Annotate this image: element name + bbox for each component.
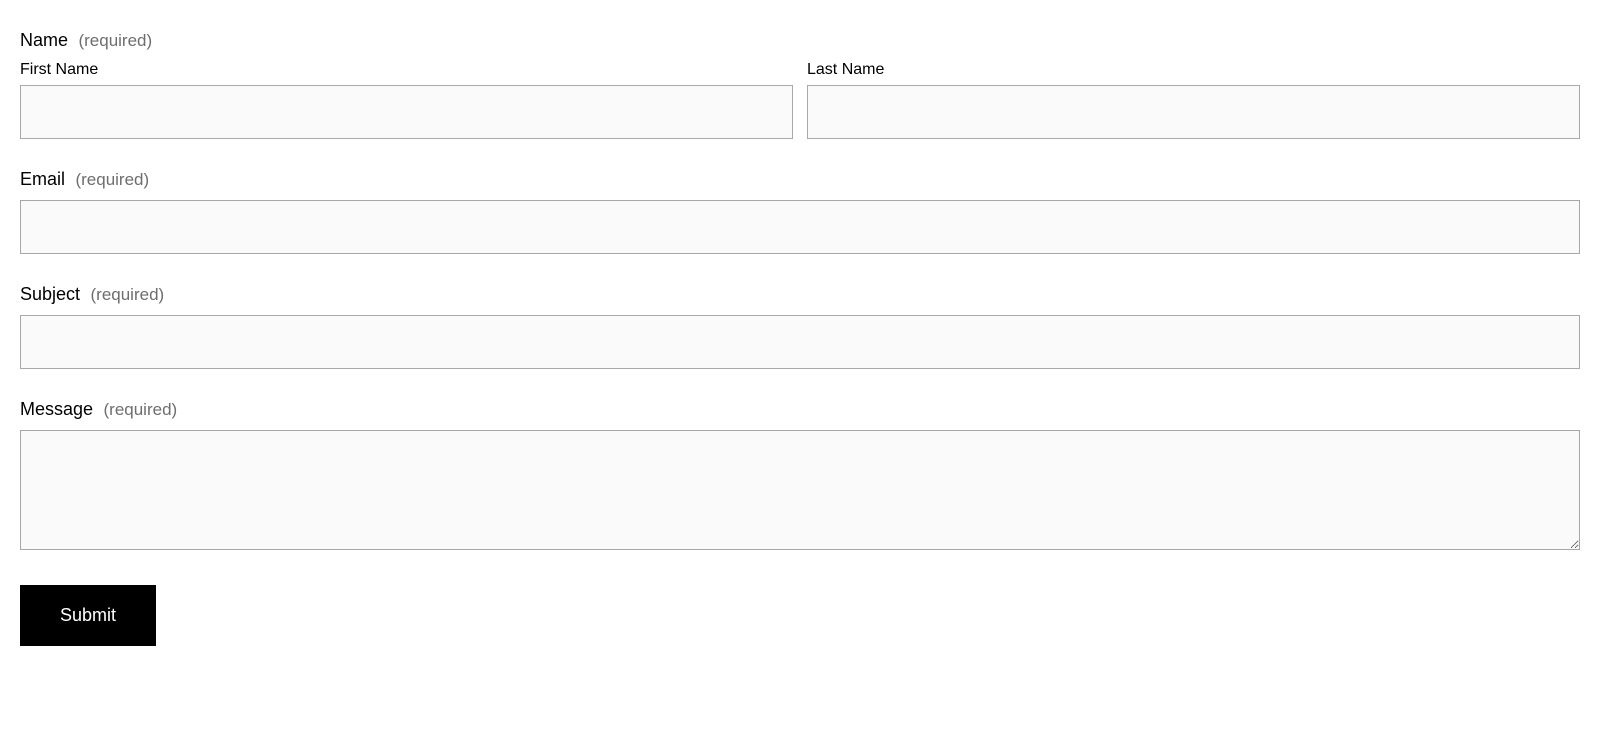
subject-required: (required): [91, 285, 165, 304]
first-name-col: First Name: [20, 61, 793, 139]
last-name-col: Last Name: [807, 61, 1580, 139]
subject-label: Subject: [20, 284, 80, 304]
submit-button[interactable]: Submit: [20, 585, 156, 646]
message-textarea[interactable]: [20, 430, 1580, 550]
first-name-input[interactable]: [20, 85, 793, 139]
message-group: Message (required): [20, 399, 1580, 555]
subject-input[interactable]: [20, 315, 1580, 369]
last-name-input[interactable]: [807, 85, 1580, 139]
last-name-label: Last Name: [807, 61, 1580, 79]
email-required: (required): [75, 170, 149, 189]
message-label: Message: [20, 399, 93, 419]
subject-group: Subject (required): [20, 284, 1580, 369]
name-row: First Name Last Name: [20, 61, 1580, 139]
name-group: Name (required) First Name Last Name: [20, 30, 1580, 139]
message-required: (required): [104, 400, 178, 419]
subject-label-row: Subject (required): [20, 284, 1580, 305]
contact-form: Name (required) First Name Last Name Ema…: [20, 30, 1580, 646]
name-required: (required): [78, 31, 152, 50]
name-label-row: Name (required): [20, 30, 1580, 51]
email-label: Email: [20, 169, 65, 189]
email-input[interactable]: [20, 200, 1580, 254]
email-label-row: Email (required): [20, 169, 1580, 190]
first-name-label: First Name: [20, 61, 793, 79]
email-group: Email (required): [20, 169, 1580, 254]
message-label-row: Message (required): [20, 399, 1580, 420]
name-label: Name: [20, 30, 68, 50]
